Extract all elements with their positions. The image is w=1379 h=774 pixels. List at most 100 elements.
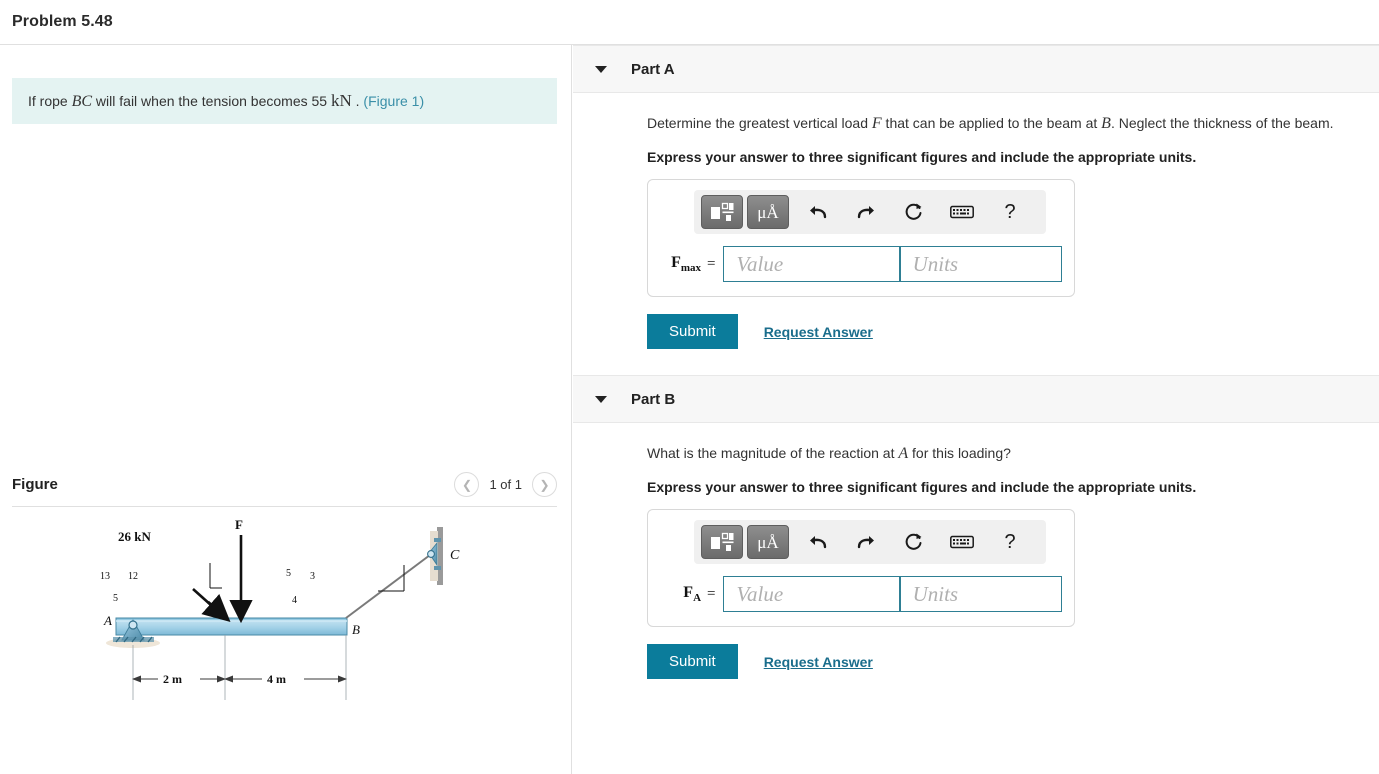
part-b-label: Part B [631, 390, 676, 408]
part-b-question: What is the magnitude of the reaction at… [647, 445, 1379, 463]
help-icon-text: ? [1004, 530, 1016, 553]
redo-glyph [857, 206, 874, 219]
statement-period: . [351, 92, 364, 109]
part-b-answer-row: FA = Value Units [660, 576, 1062, 612]
part-b-answer-card: μÅ ? FA = Value Units [647, 509, 1075, 627]
part-a-body: Determine the greatest vertical load F t… [573, 93, 1379, 349]
part-a-question-post: . Neglect the thickness of the beam. [1110, 115, 1334, 131]
micro-angstrom-units-icon[interactable]: μÅ [747, 195, 789, 229]
part-a-question-pre: Determine the greatest vertical load [647, 115, 872, 131]
title-bar: Problem 5.48 [0, 0, 1379, 45]
chevron-right-icon: ❯ [539, 477, 550, 492]
point-label-b: B [352, 622, 360, 637]
reset-icon[interactable] [895, 525, 933, 559]
part-b-value-input[interactable]: Value [723, 576, 900, 612]
right-panel: Part A Determine the greatest vertical l… [573, 45, 1379, 774]
part-b-variable-label: FA [660, 584, 707, 604]
part-b-submit-button[interactable]: Submit [647, 644, 738, 679]
keyboard-icon[interactable] [943, 525, 981, 559]
figure-count-label: 1 of 1 [489, 477, 522, 492]
figure-diagram[interactable]: 26 kN 13 12 5 F 5 3 4 A B C 2 m 4 m [0, 515, 572, 774]
left-panel: If rope BC will fail when the tension be… [0, 45, 572, 774]
help-icon[interactable]: ? [991, 195, 1029, 229]
figure-1-link[interactable]: (Figure 1) [363, 93, 424, 109]
part-b-request-answer-link[interactable]: Request Answer [764, 654, 873, 670]
load-label-26kn: 26 kN [118, 529, 151, 544]
redo-glyph [857, 536, 874, 549]
statement-prefix: If rope [28, 92, 72, 109]
redo-icon[interactable] [847, 195, 885, 229]
part-b-section: Part B What is the magnitude of the reac… [573, 375, 1379, 679]
figure-prev-button[interactable]: ❮ [454, 472, 480, 497]
slope-right-hyp: 5 [286, 568, 291, 579]
part-a-question: Determine the greatest vertical load F t… [647, 115, 1379, 133]
undo-icon[interactable] [799, 195, 837, 229]
statement-rope-label: BC [71, 92, 93, 110]
part-a-instruction: Express your answer to three significant… [647, 149, 1197, 165]
part-b-actions: Submit Request Answer [647, 644, 1379, 679]
statement-middle: will fail when the tension becomes 55 [92, 92, 331, 109]
slope-left-horiz: 5 [113, 593, 118, 604]
slope-right-vert: 3 [310, 571, 315, 582]
part-a-header[interactable]: Part A [573, 45, 1379, 93]
figure-next-button[interactable]: ❯ [532, 472, 557, 497]
statement-unit: kN [330, 90, 352, 110]
point-label-a: A [103, 613, 112, 628]
help-icon[interactable]: ? [991, 525, 1029, 559]
problem-statement-text: If rope BC will fail when the tension be… [28, 89, 424, 114]
undo-glyph [810, 206, 827, 219]
part-b-units-input[interactable]: Units [899, 576, 1062, 612]
caret-down-icon[interactable] [595, 65, 607, 73]
slope-left-hyp: 13 [100, 571, 110, 582]
keyboard-icon[interactable] [943, 195, 981, 229]
math-template-glyph [711, 532, 734, 551]
problem-statement-band: If rope BC will fail when the tension be… [12, 78, 557, 124]
part-b-var-main: F [683, 583, 694, 601]
part-b-toolbar: μÅ ? [694, 520, 1046, 564]
undo-icon[interactable] [799, 525, 837, 559]
part-b-header[interactable]: Part B [573, 375, 1379, 423]
part-a-request-answer-link[interactable]: Request Answer [764, 324, 873, 340]
dimension-right-label: 4 m [267, 672, 286, 686]
figure-navigation: ❮ 1 of 1 ❯ [454, 472, 557, 497]
dimension-left-label: 2 m [163, 672, 182, 686]
figure-title: Figure [12, 476, 58, 493]
part-a-answer-row: Fmax = Value Units [660, 246, 1062, 282]
caret-down-icon[interactable] [595, 395, 607, 403]
part-b-question-mid: for this loading? [908, 445, 1011, 461]
undo-glyph [810, 536, 827, 549]
part-a-value-input[interactable]: Value [723, 246, 900, 282]
part-a-answer-card: μÅ ? Fmax = Value Units [647, 179, 1075, 297]
part-a-submit-button[interactable]: Submit [647, 314, 738, 349]
part-a-toolbar: μÅ ? [694, 190, 1046, 234]
part-a-actions: Submit Request Answer [647, 314, 1379, 349]
part-b-instruction: Express your answer to three significant… [647, 479, 1197, 495]
reset-icon[interactable] [895, 195, 933, 229]
part-b-body: What is the magnitude of the reaction at… [573, 423, 1379, 679]
point-label-c: C [450, 548, 460, 563]
part-a-var-b: B [1101, 115, 1111, 132]
part-b-var-a: A [898, 445, 909, 462]
force-label-f: F [235, 517, 243, 532]
units-icon-text: μÅ [757, 202, 779, 222]
part-b-question-pre: What is the magnitude of the reaction at [647, 445, 899, 461]
part-a-section: Part A Determine the greatest vertical l… [573, 45, 1379, 349]
slope-left-vert: 12 [128, 571, 138, 582]
part-a-var-sub: max [680, 262, 702, 275]
slope-right-horiz: 4 [292, 595, 297, 606]
math-template-icon[interactable] [701, 525, 743, 559]
reset-glyph [905, 533, 922, 550]
micro-angstrom-units-icon[interactable]: μÅ [747, 525, 789, 559]
part-a-question-mid: that can be applied to the beam at [881, 115, 1102, 131]
math-template-icon[interactable] [701, 195, 743, 229]
part-a-units-input[interactable]: Units [899, 246, 1062, 282]
help-icon-text: ? [1004, 200, 1016, 223]
part-a-var-f: F [871, 115, 882, 132]
part-a-label: Part A [631, 60, 675, 78]
redo-icon[interactable] [847, 525, 885, 559]
keyboard-glyph [950, 205, 974, 219]
part-b-equals: = [707, 585, 716, 602]
problem-page: Problem 5.48 If rope BC will fail when t… [0, 0, 1379, 774]
chevron-left-icon: ❮ [461, 477, 472, 492]
part-a-variable-label: Fmax [660, 254, 707, 274]
